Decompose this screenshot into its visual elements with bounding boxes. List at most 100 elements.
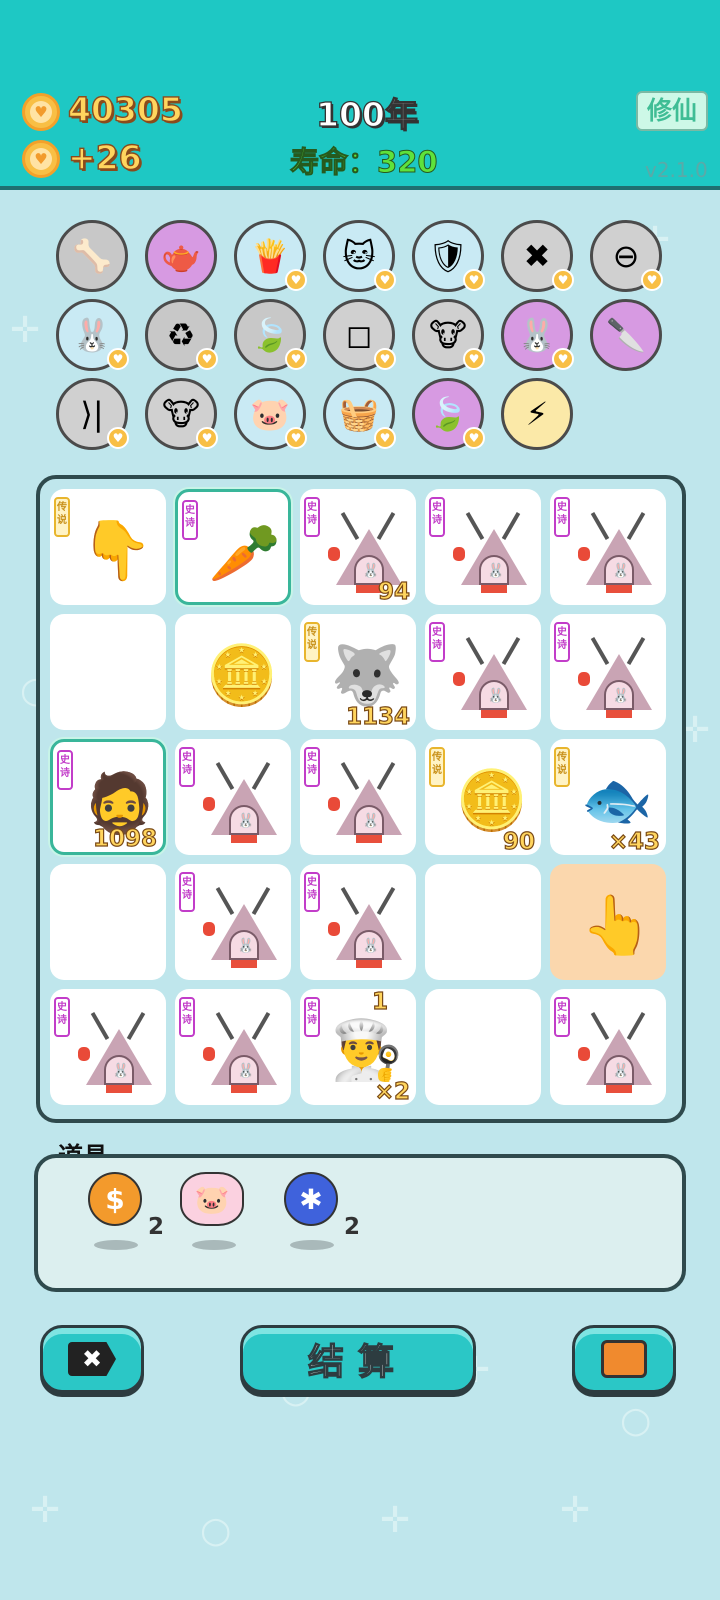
- bunny-tent-icon: 🐰: [578, 636, 660, 718]
- minus-circle-icon[interactable]: ⊖ ♥: [590, 220, 663, 292]
- pointer-down-icon: 👇: [80, 515, 154, 584]
- heart-badge-icon: ♥: [196, 348, 218, 370]
- heart-badge-icon: ♥: [374, 269, 396, 291]
- refresh-arrows-icon[interactable]: ♻ ♥: [145, 299, 218, 371]
- board-cell-coin-pile[interactable]: 🪙: [175, 614, 291, 730]
- french-fries-icon[interactable]: 🍟 ♥: [234, 220, 307, 292]
- heart-badge-icon: ♥: [107, 427, 129, 449]
- shield-wrench-icon[interactable]: 🛡 ♥: [412, 220, 485, 292]
- board-cell-husky-king[interactable]: 传说 🐺 1134: [300, 614, 416, 730]
- cleaver-icon[interactable]: 🔪: [590, 299, 662, 371]
- heart-badge-icon: ♥: [374, 348, 396, 370]
- twin-cows-icon[interactable]: 🐮 ♥: [412, 299, 485, 371]
- bunny-tent-icon: 🐰: [453, 636, 535, 718]
- heart-badge-icon: ♥: [552, 348, 574, 370]
- board-cell-coin-stack[interactable]: 传说 🪙 90: [425, 739, 541, 855]
- board-cell-koi-fish[interactable]: 传说 🐟 ×43: [550, 739, 666, 855]
- blueberry-icon: ✱: [284, 1172, 338, 1226]
- board-cell-bald-man[interactable]: 史诗 🧔 1098: [50, 739, 166, 855]
- game-board: 传说 👇 史诗 🥕 史诗 🐰 94 史诗 🐰 史诗 🐰 🪙 传说 🐺 1134 史诗 🐰 史诗 🐰 史诗 🧔 1098 史诗…: [36, 475, 686, 1123]
- heart-badge-icon: ♥: [196, 427, 218, 449]
- prop-item[interactable]: $ 2: [86, 1172, 164, 1252]
- heart-badge-icon: ♥: [374, 427, 396, 449]
- carrot-icon: 🥕: [208, 518, 282, 587]
- cancel-tag-icon: ✖: [68, 1342, 116, 1376]
- rarity-tag: 史诗: [304, 997, 320, 1037]
- rarity-tag: 史诗: [554, 622, 570, 662]
- rarity-tag: 史诗: [554, 497, 570, 537]
- board-cell-pointer-down[interactable]: 传说 👇: [50, 489, 166, 605]
- piggy-bank-icon: 🐷: [180, 1172, 244, 1226]
- prop-count: 2: [344, 1214, 361, 1240]
- heart-badge-icon: ♥: [107, 348, 129, 370]
- board-cell-pointer-up[interactable]: 👆: [550, 864, 666, 980]
- sugar-cubes-icon[interactable]: ◻ ♥: [323, 299, 396, 371]
- pet-food-bowl-icon[interactable]: 🦴: [56, 220, 128, 292]
- skill-icons-panel: 🦴 🫖 🍟 ♥ 🐱 ♥ 🛡 ♥ ✖ ♥ ⊖ ♥ 🐰 ♥ ♻ ♥ 🍃 ♥ ◻ ♥ 🐮 ♥ 🐰 ♥ 🔪 ⟩| ♥ 🐮 ♥ 🐷 ♥ 🧺 ♥ 🍃 ♥ ⚡: [0, 0, 720, 460]
- cell-count: 94: [377, 578, 410, 605]
- rarity-tag: 史诗: [429, 622, 445, 662]
- bunny-purple-icon[interactable]: 🐰 ♥: [501, 299, 574, 371]
- prop-count: 2: [148, 1214, 165, 1240]
- piggy-bank-icon[interactable]: 🐷 ♥: [234, 378, 307, 450]
- board-cell-tent[interactable]: 史诗 🐰: [175, 864, 291, 980]
- bunny-tent-icon: 🐰: [203, 761, 285, 843]
- board-cell-empty[interactable]: [425, 989, 541, 1105]
- board-cell-tent[interactable]: 史诗 🐰: [175, 989, 291, 1105]
- board-cell-empty[interactable]: [50, 864, 166, 980]
- rarity-tag: 史诗: [57, 750, 73, 790]
- bunny-icon[interactable]: 🐰 ♥: [56, 299, 129, 371]
- cell-count: 1134: [345, 703, 410, 730]
- rarity-tag: 史诗: [182, 500, 198, 540]
- rarity-tag: 传说: [54, 497, 70, 537]
- rarity-tag: 史诗: [304, 747, 320, 787]
- board-cell-tent[interactable]: 史诗 🐰: [550, 489, 666, 605]
- board-cell-tent[interactable]: 史诗 🐰: [550, 989, 666, 1105]
- leaf-icon[interactable]: 🍃 ♥: [234, 299, 307, 371]
- twin-cows-small-icon[interactable]: 🐮 ♥: [145, 378, 218, 450]
- cell-bonus: 1: [371, 989, 388, 1016]
- board-cell-tent[interactable]: 史诗 🐰 94: [300, 489, 416, 605]
- gravy-boat-icon[interactable]: 🫖: [145, 220, 217, 292]
- bunny-tent-icon: 🐰: [328, 886, 410, 968]
- board-cell-empty[interactable]: [50, 614, 166, 730]
- remove-button[interactable]: ✖: [40, 1325, 144, 1393]
- rarity-tag: 传说: [304, 622, 320, 662]
- heart-badge-icon: ♥: [552, 269, 574, 291]
- bag-button[interactable]: [572, 1325, 676, 1393]
- bunny-tent-icon: 🐰: [453, 511, 535, 593]
- board-cell-empty[interactable]: [425, 864, 541, 980]
- leaf-purple-icon[interactable]: 🍃 ♥: [412, 378, 485, 450]
- bunny-tent-icon: 🐰: [203, 886, 285, 968]
- board-cell-tent[interactable]: 史诗 🐰: [50, 989, 166, 1105]
- heart-badge-icon: ♥: [463, 427, 485, 449]
- lightning-icon[interactable]: ⚡: [501, 378, 573, 450]
- cell-count: 1098: [92, 825, 157, 852]
- board-cell-chef[interactable]: 史诗 👨‍🍳 ×2 1: [300, 989, 416, 1105]
- prop-item[interactable]: ✱ 2: [282, 1172, 360, 1252]
- heart-badge-icon: ♥: [463, 348, 485, 370]
- board-cell-tent[interactable]: 史诗 🐰: [300, 864, 416, 980]
- cancel-tag-icon[interactable]: ✖ ♥: [501, 220, 574, 292]
- skip-end-icon[interactable]: ⟩| ♥: [56, 378, 129, 450]
- rarity-tag: 传说: [554, 747, 570, 787]
- prop-item[interactable]: 🐷: [178, 1172, 248, 1252]
- settle-label: 结算: [307, 1341, 408, 1383]
- board-cell-carrot[interactable]: 史诗 🥕: [175, 489, 291, 605]
- heart-badge-icon: ♥: [641, 269, 663, 291]
- fruit-basket-icon[interactable]: 🧺 ♥: [323, 378, 396, 450]
- rarity-tag: 传说: [429, 747, 445, 787]
- cell-count: ×2: [374, 1078, 410, 1105]
- rarity-tag: 史诗: [554, 997, 570, 1037]
- bunny-tent-icon: 🐰: [578, 1011, 660, 1093]
- board-cell-tent[interactable]: 史诗 🐰: [175, 739, 291, 855]
- settle-button[interactable]: 结算: [240, 1325, 476, 1393]
- heart-badge-icon: ♥: [285, 348, 307, 370]
- board-cell-tent[interactable]: 史诗 🐰: [550, 614, 666, 730]
- cat-scratch-icon[interactable]: 🐱 ♥: [323, 220, 396, 292]
- board-cell-tent[interactable]: 史诗 🐰: [425, 489, 541, 605]
- heart-badge-icon: ♥: [463, 269, 485, 291]
- board-cell-tent[interactable]: 史诗 🐰: [300, 739, 416, 855]
- board-cell-tent[interactable]: 史诗 🐰: [425, 614, 541, 730]
- pointer-up-icon: 👆: [580, 890, 654, 959]
